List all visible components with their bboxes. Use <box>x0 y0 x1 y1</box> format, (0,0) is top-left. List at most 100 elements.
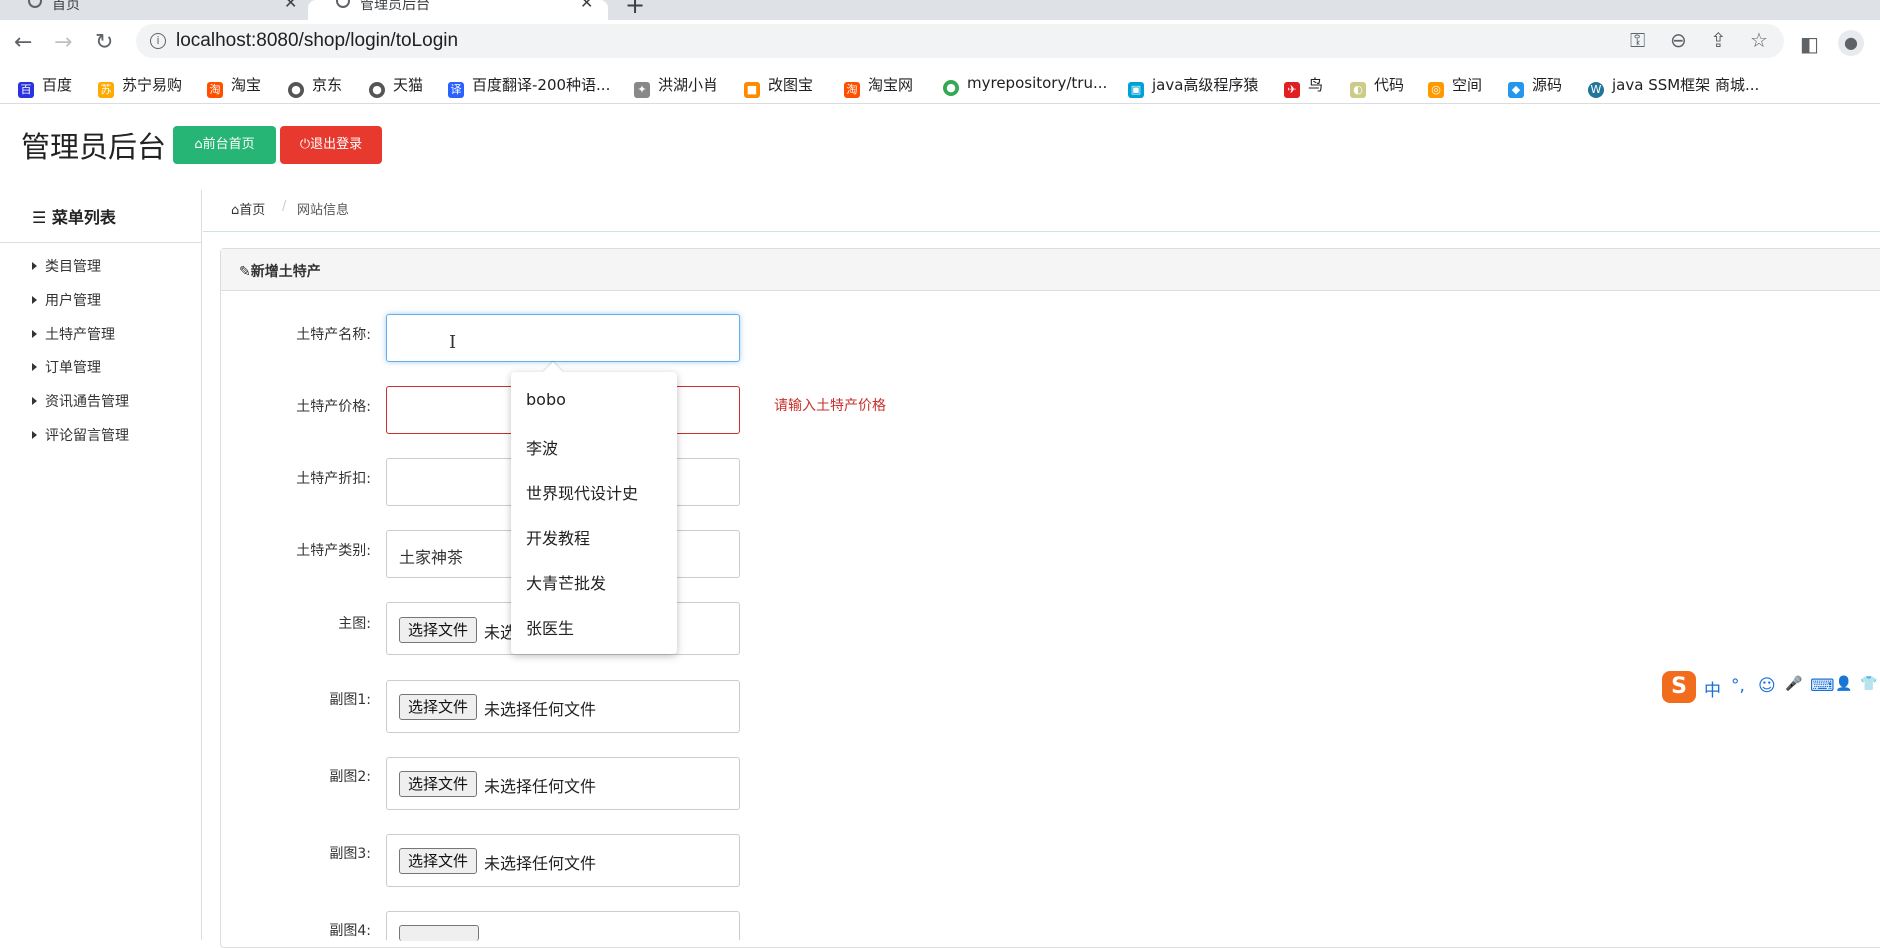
skin-icon[interactable]: 👕 <box>1860 676 1877 692</box>
info-icon[interactable]: i <box>150 33 166 49</box>
choose-file-button[interactable]: 选择文件 <box>399 771 478 797</box>
app-square-icon: ■ <box>744 82 760 98</box>
autocomplete-option[interactable]: 李波 <box>526 435 558 459</box>
space-icon: ◎ <box>1428 82 1444 98</box>
choose-file-button[interactable]: 选择文件 <box>399 617 478 643</box>
breadcrumb-home[interactable]: ⌂首页 <box>231 199 265 218</box>
sidebar-item-users[interactable]: 用户管理 <box>32 290 101 310</box>
sidebar-item-news[interactable]: 资讯通告管理 <box>32 391 129 411</box>
emoji-icon[interactable]: ☺ <box>1758 676 1776 696</box>
sub-image1-file-input[interactable]: 选择文件 未选择任何文件 <box>386 680 740 733</box>
bookmark-suning[interactable]: 苏苏宁易购 <box>98 74 182 98</box>
bookmark-label: 苏宁易购 <box>122 76 183 94</box>
url-text[interactable]: localhost:8080/shop/login/toLogin <box>176 30 458 52</box>
bookmark-honghu[interactable]: ✦ 洪湖小肖 <box>634 74 718 98</box>
home-icon: ⌂ <box>194 137 203 152</box>
category-value: 土家神茶 <box>399 548 464 567</box>
autocomplete-option[interactable]: 世界现代设计史 <box>526 480 638 504</box>
bookmark-label: 百度 <box>42 76 73 94</box>
sidebar-item-comments[interactable]: 评论留言管理 <box>32 425 129 445</box>
address-bar[interactable]: i localhost:8080/shop/login/toLogin ⚿ ⊖ … <box>136 24 1784 58</box>
autocomplete-option[interactable]: 开发教程 <box>526 525 590 549</box>
caret-right-icon <box>32 397 37 405</box>
file-status-text: 未选择任何文件 <box>484 854 597 873</box>
autocomplete-option[interactable]: bobo <box>526 390 566 409</box>
choose-file-button[interactable] <box>399 925 479 941</box>
close-tab-icon[interactable]: ✕ <box>580 0 593 12</box>
bookmark-taobao[interactable]: 淘淘宝 <box>207 74 261 98</box>
sidebar-item-label: 评论留言管理 <box>45 428 129 444</box>
bookmark-gaitubao[interactable]: ■ 改图宝 <box>744 74 813 98</box>
divider <box>0 242 202 243</box>
bookmark-label: myrepository/tru... <box>967 74 1108 92</box>
discount-label: 土特产折扣: <box>296 471 371 487</box>
frontend-home-button[interactable]: ⌂前台首页 <box>173 126 276 164</box>
bookmark-tmall[interactable]: ● 天猫 <box>369 74 423 98</box>
bookmark-bird[interactable]: ✈ 鸟 <box>1284 74 1323 98</box>
bookmark-source[interactable]: ◆ 源码 <box>1508 74 1562 98</box>
bookmark-label: 洪湖小肖 <box>658 76 719 94</box>
sidebar-item-orders[interactable]: 订单管理 <box>32 357 101 377</box>
bookmark-label: 代码 <box>1374 76 1405 94</box>
category-label: 土特产类别: <box>296 543 371 559</box>
panel-header: ✎新增土特产 <box>221 249 1880 291</box>
autocomplete-option[interactable]: 张医生 <box>526 615 574 639</box>
close-tab-icon[interactable]: ✕ <box>284 0 297 12</box>
caret-right-icon <box>32 330 37 338</box>
frontend-home-label: 前台首页 <box>202 137 255 152</box>
reload-icon[interactable]: ↻ <box>95 30 113 55</box>
list-icon: ☰ <box>32 208 47 227</box>
bookmark-jd[interactable]: ● 京东 <box>288 74 342 98</box>
logout-button[interactable]: ⏻退出登录 <box>280 126 382 164</box>
sidebar-item-label: 资讯通告管理 <box>45 394 129 410</box>
bookmark-space[interactable]: ◎ 空间 <box>1428 74 1482 98</box>
sub-image4-file-input[interactable] <box>386 911 740 941</box>
baidu-paw-icon: 百 <box>18 82 34 98</box>
microphone-icon[interactable]: 🎤 <box>1785 676 1802 692</box>
profile-avatar[interactable]: ● <box>1838 30 1864 56</box>
sidebar-item-label: 类目管理 <box>45 259 101 275</box>
user-icon[interactable]: 👤 <box>1835 676 1852 692</box>
bookmark-java-programmer[interactable]: ▣ java高级程序猿 <box>1128 74 1258 98</box>
sogou-logo-icon[interactable]: S <box>1662 671 1696 703</box>
bookmark-label: 空间 <box>1452 76 1483 94</box>
sidebar-item-label: 订单管理 <box>45 360 101 376</box>
bookmark-java-ssm[interactable]: Wjava SSM框架 商城... <box>1588 74 1759 98</box>
caret-right-icon <box>32 296 37 304</box>
choose-file-button[interactable]: 选择文件 <box>399 848 478 874</box>
bilibili-icon: ▣ <box>1128 82 1144 98</box>
bookmark-baidu[interactable]: 百百度 <box>18 74 72 98</box>
bookmark-baidu-translate[interactable]: 译百度翻译-200种语... <box>448 74 610 98</box>
bookmark-code[interactable]: ◐ 代码 <box>1350 74 1404 98</box>
sidebar-item-specialties[interactable]: 土特产管理 <box>32 324 115 344</box>
tab-admin[interactable]: 管理员后台 ✕ <box>308 0 608 20</box>
share-icon[interactable]: ⇪ <box>1710 28 1727 52</box>
bookmark-taobaowang[interactable]: 淘淘宝网 <box>844 74 913 98</box>
sub-image2-file-input[interactable]: 选择文件 未选择任何文件 <box>386 757 740 810</box>
new-tab-button[interactable]: + <box>625 0 645 19</box>
side-panel-icon[interactable]: ◧ <box>1800 32 1819 56</box>
bookmark-myrepository[interactable]: ● myrepository/tru... <box>943 74 1107 96</box>
ime-punctuation-toggle[interactable]: °, <box>1731 676 1745 696</box>
globe-icon: ● <box>288 82 304 98</box>
back-arrow-icon[interactable]: ← <box>14 30 32 55</box>
bookmark-label: 京东 <box>312 76 343 94</box>
translate-icon: 译 <box>448 82 464 98</box>
zoom-icon[interactable]: ⊖ <box>1670 28 1687 52</box>
panel-title: ✎新增土特产 <box>239 261 321 281</box>
forward-arrow-icon[interactable]: → <box>54 30 72 55</box>
price-error-message: 请输入土特产价格 <box>774 398 886 414</box>
star-icon[interactable]: ☆ <box>1750 28 1768 52</box>
autocomplete-option[interactable]: 大青芒批发 <box>526 570 606 594</box>
keyboard-icon[interactable]: ⌨ <box>1810 676 1835 696</box>
name-input[interactable] <box>386 314 740 362</box>
key-icon[interactable]: ⚿ <box>1630 28 1645 52</box>
tab-home[interactable]: 首页 ✕ <box>0 0 300 20</box>
breadcrumb: ⌂首页 / 网站信息 <box>203 190 1880 232</box>
sub-image3-file-input[interactable]: 选择文件 未选择任何文件 <box>386 834 740 887</box>
ime-mode-toggle[interactable]: 中 <box>1704 676 1721 701</box>
choose-file-button[interactable]: 选择文件 <box>399 694 478 720</box>
bookmark-label: java高级程序猿 <box>1152 76 1259 94</box>
sidebar-item-category[interactable]: 类目管理 <box>32 256 101 276</box>
bookmark-label: 鸟 <box>1308 76 1324 94</box>
